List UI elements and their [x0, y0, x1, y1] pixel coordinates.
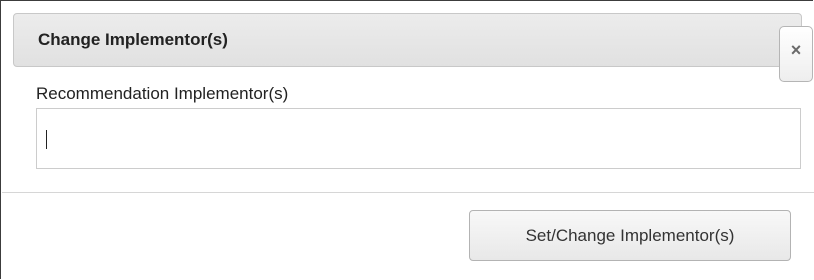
footer-divider — [2, 192, 814, 193]
dialog-titlebar: Change Implementor(s) — [13, 13, 802, 67]
close-button[interactable]: × — [779, 26, 813, 82]
set-change-implementors-button[interactable]: Set/Change Implementor(s) — [469, 210, 791, 261]
change-implementors-dialog: Change Implementor(s) × Recommendation I… — [0, 0, 814, 279]
implementors-input[interactable] — [36, 108, 801, 169]
dialog-title: Change Implementor(s) — [38, 30, 228, 49]
implementors-field-label: Recommendation Implementor(s) — [36, 84, 289, 103]
close-icon: × — [790, 40, 802, 60]
text-cursor — [46, 130, 47, 149]
